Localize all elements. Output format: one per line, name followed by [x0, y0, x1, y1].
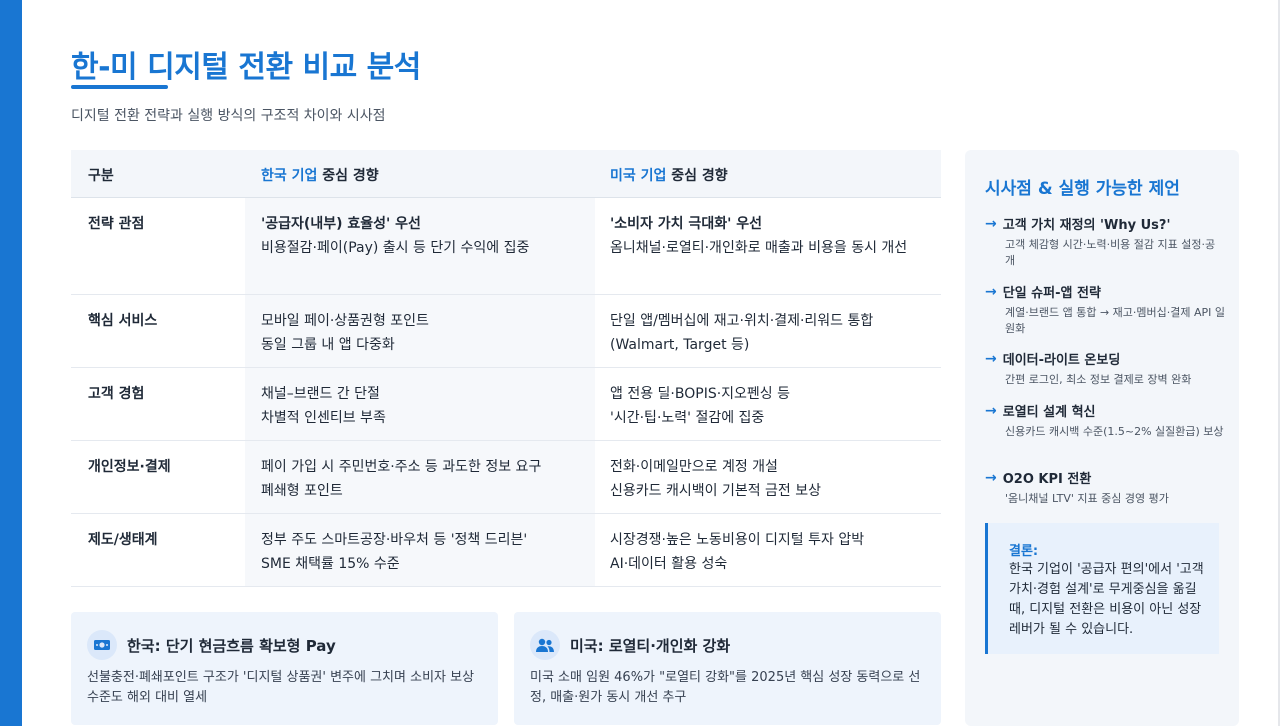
header-us: 미국 기업 중심 경향	[610, 165, 728, 185]
row-korea-line: 정부 주도 스마트공장·바우처 등 '정책 드리븐'	[261, 532, 528, 548]
table-row: 전략 관점 '공급자(내부) 효율성' 우선 비용절감·페이(Pay) 출시 등…	[71, 198, 941, 295]
panel-title: 시사점 & 실행 가능한 제언	[985, 179, 1180, 199]
row-us: 시장경쟁·높은 노동비용이 디지털 투자 압박 AI·데이터 활용 성숙	[610, 528, 930, 576]
recommendation-title: O2O KPI 전환	[1002, 472, 1092, 487]
recommendations-panel: 시사점 & 실행 가능한 제언 → 고객 가치 재정의 'Why Us?' 고객 …	[965, 150, 1239, 726]
header-category: 구분	[88, 168, 114, 184]
recommendation-desc: '옴니채널 LTV' 지표 중심 경영 평가	[1005, 492, 1169, 505]
row-us-line: 신용카드 캐시백이 기본적 금전 보상	[610, 483, 821, 499]
recommendation-desc: 신용카드 캐시백 수준(1.5~2% 실질환급) 보상	[1005, 425, 1224, 438]
row-category: 전략 관점	[88, 216, 145, 232]
recommendation-desc: 고객 체감형 시간·노력·비용 절감 지표 설정·공개	[1005, 238, 1216, 267]
row-us-line: 옴니채널·로열티·개인화로 매출과 비용을 동시 개선	[610, 240, 908, 256]
slide: 한-미 디지털 전환 비교 분석 디지털 전환 전략과 실행 방식의 구조적 차…	[0, 0, 1280, 726]
recommendation-title: 단일 슈퍼-앱 전략	[1002, 286, 1101, 301]
header-us-highlight: 미국 기업	[610, 168, 667, 184]
row-us: '소비자 가치 극대화' 우선 옴니채널·로열티·개인화로 매출과 비용을 동시…	[610, 212, 930, 260]
recommendation-desc: 계열·브랜드 앱 통합 → 재고·멤버십·결제 API 일원화	[1005, 306, 1226, 335]
row-korea: 정부 주도 스마트공장·바우처 등 '정책 드리븐' SME 채택률 15% 수…	[261, 528, 596, 576]
recommendation-title: 고객 가치 재정의 'Why Us?'	[1002, 218, 1171, 233]
row-category: 제도/생태계	[88, 532, 158, 548]
row-korea-line: 폐쇄형 포인트	[261, 483, 343, 499]
page-subtitle: 디지털 전환 전략과 실행 방식의 구조적 차이와 시사점	[71, 108, 386, 124]
row-us-line: (Walmart, Target 등)	[610, 337, 750, 353]
arrow-right-icon: →	[985, 469, 997, 486]
money-icon	[87, 630, 117, 660]
row-korea-line: 페이 가입 시 주민번호·주소 등 과도한 정보 요구	[261, 459, 542, 475]
conclusion-text: 한국 기업이 '공급자 편의'에서 '고객 가치·경험 설계'로 무게중심을 옮…	[1009, 562, 1204, 637]
recommendation-item: → 로열티 설계 혁신 신용카드 캐시백 수준(1.5~2% 실질환급) 보상	[985, 401, 1225, 440]
row-category: 고객 경험	[88, 386, 145, 402]
card-title: 한국: 단기 현금흐름 확보형 Pay	[127, 637, 336, 655]
recommendation-title: 로열티 설계 혁신	[1002, 405, 1096, 420]
row-us-line: 단일 앱/멤버십에 재고·위치·결제·리워드 통합	[610, 313, 874, 329]
row-us-line: 앱 전용 딜·BOPIS·지오펜싱 등	[610, 386, 791, 402]
korea-summary-card: 한국: 단기 현금흐름 확보형 Pay 선불충전·폐쇄포인트 구조가 '디지털 …	[71, 612, 498, 725]
arrow-right-icon: →	[985, 402, 997, 419]
row-us: 앱 전용 딜·BOPIS·지오펜싱 등 '시간·팁·노력' 절감에 집중	[610, 382, 930, 430]
row-us-line: AI·데이터 활용 성숙	[610, 556, 728, 572]
arrow-right-icon: →	[985, 215, 997, 232]
row-korea-line: 채널–브랜드 간 단절	[261, 386, 380, 402]
comparison-table: 구분 한국 기업 중심 경향 미국 기업 중심 경향 전략 관점 '공급자(내부…	[71, 150, 941, 587]
arrow-right-icon: →	[985, 283, 997, 300]
arrow-right-icon: →	[985, 350, 997, 367]
row-category: 개인정보·결제	[88, 459, 171, 475]
row-korea-line: 동일 그룹 내 앱 다중화	[261, 337, 395, 353]
row-korea-line: 비용절감·페이(Pay) 출시 등 단기 수익에 집중	[261, 240, 530, 256]
row-korea-line: '공급자(내부) 효율성' 우선	[261, 216, 421, 232]
row-korea: '공급자(내부) 효율성' 우선 비용절감·페이(Pay) 출시 등 단기 수익…	[261, 212, 596, 260]
row-korea-line: SME 채택률 15% 수준	[261, 556, 400, 572]
page-title: 한-미 디지털 전환 비교 분석	[71, 50, 421, 85]
card-body: 미국 소매 임원 46%가 "로열티 강화"를 2025년 핵심 성장 동력으로…	[530, 670, 921, 705]
row-korea-line: 차별적 인센티브 부족	[261, 410, 386, 426]
accent-bar	[0, 0, 22, 726]
table-row: 핵심 서비스 모바일 페이·상품권형 포인트 동일 그룹 내 앱 다중화 단일 …	[71, 295, 941, 368]
row-korea-line: 모바일 페이·상품권형 포인트	[261, 313, 429, 329]
row-us-line: 시장경쟁·높은 노동비용이 디지털 투자 압박	[610, 532, 865, 548]
header-korea-suffix: 중심 경향	[317, 168, 379, 184]
us-summary-card: 미국: 로열티·개인화 강화 미국 소매 임원 46%가 "로열티 강화"를 2…	[514, 612, 941, 725]
header-korea-highlight: 한국 기업	[261, 168, 318, 184]
table-row: 고객 경험 채널–브랜드 간 단절 차별적 인센티브 부족 앱 전용 딜·BOP…	[71, 368, 941, 441]
header-korea: 한국 기업 중심 경향	[261, 165, 379, 185]
card-title: 미국: 로열티·개인화 강화	[570, 637, 731, 655]
row-us-line: '소비자 가치 극대화' 우선	[610, 216, 762, 232]
card-body: 선불충전·폐쇄포인트 구조가 '디지털 상품권' 변주에 그치며 소비자 보상 …	[87, 670, 475, 705]
table-row: 제도/생태계 정부 주도 스마트공장·바우처 등 '정책 드리븐' SME 채택…	[71, 514, 941, 587]
recommendation-item: → 데이터-라이트 온보딩 간편 로그인, 최소 정보 결제로 장벽 완화	[985, 349, 1225, 388]
row-korea: 페이 가입 시 주민번호·주소 등 과도한 정보 요구 폐쇄형 포인트	[261, 455, 596, 503]
conclusion-label: 결론:	[1009, 544, 1039, 559]
header-us-suffix: 중심 경향	[666, 168, 728, 184]
row-korea: 채널–브랜드 간 단절 차별적 인센티브 부족	[261, 382, 596, 430]
recommendation-item: → O2O KPI 전환 '옴니채널 LTV' 지표 중심 경영 평가	[985, 468, 1225, 507]
row-category: 핵심 서비스	[88, 313, 158, 329]
row-us-line: 전화·이메일만으로 계정 개설	[610, 459, 778, 475]
row-us: 전화·이메일만으로 계정 개설 신용카드 캐시백이 기본적 금전 보상	[610, 455, 930, 503]
recommendation-desc: 간편 로그인, 최소 정보 결제로 장벽 완화	[1005, 373, 1192, 386]
recommendation-title: 데이터-라이트 온보딩	[1002, 353, 1121, 368]
row-us-line: '시간·팁·노력' 절감에 집중	[610, 410, 765, 426]
title-underline	[71, 85, 168, 89]
row-us: 단일 앱/멤버십에 재고·위치·결제·리워드 통합 (Walmart, Targ…	[610, 309, 930, 357]
recommendation-item: → 고객 가치 재정의 'Why Us?' 고객 체감형 시간·노력·비용 절감 …	[985, 214, 1225, 269]
users-icon	[530, 630, 560, 660]
table-header: 구분 한국 기업 중심 경향 미국 기업 중심 경향	[71, 150, 941, 198]
row-korea: 모바일 페이·상품권형 포인트 동일 그룹 내 앱 다중화	[261, 309, 596, 357]
recommendation-item: → 단일 슈퍼-앱 전략 계열·브랜드 앱 통합 → 재고·멤버십·결제 API …	[985, 282, 1225, 337]
conclusion-box: 결론: 한국 기업이 '공급자 편의'에서 '고객 가치·경험 설계'로 무게중…	[985, 523, 1219, 654]
table-row: 개인정보·결제 페이 가입 시 주민번호·주소 등 과도한 정보 요구 폐쇄형 …	[71, 441, 941, 514]
